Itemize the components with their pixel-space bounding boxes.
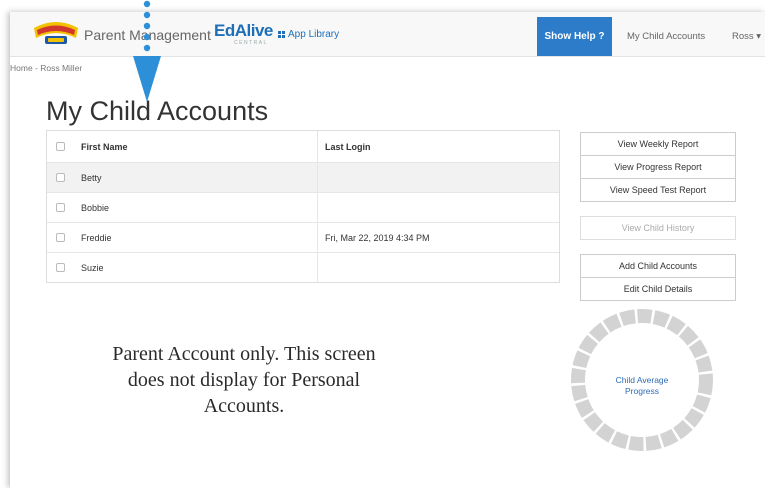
user-menu[interactable]: Ross ▾ bbox=[732, 31, 761, 42]
child-accounts-table: First Name Last Login Betty Bobbie Fredd… bbox=[46, 130, 560, 283]
first-name-cell: Suzie bbox=[81, 262, 104, 273]
select-all-checkbox[interactable] bbox=[56, 142, 65, 151]
table-row[interactable]: Suzie bbox=[47, 252, 559, 282]
edalive-subtitle: CENTRAL bbox=[234, 40, 268, 46]
view-child-history-button[interactable]: View Child History bbox=[580, 216, 736, 240]
column-header-last-login[interactable]: Last Login bbox=[317, 131, 559, 162]
view-speed-test-report-button[interactable]: View Speed Test Report bbox=[580, 178, 736, 202]
table-row[interactable]: Betty bbox=[47, 162, 559, 192]
grid-icon bbox=[278, 31, 285, 38]
edalive-logo[interactable]: EdAlive CENTRAL bbox=[214, 22, 274, 50]
nav-my-child-accounts[interactable]: My Child Accounts bbox=[627, 31, 705, 42]
typing-online-logo[interactable] bbox=[32, 18, 80, 48]
table-header-row: First Name Last Login bbox=[47, 131, 559, 162]
top-navbar: Parent Management EdAlive CENTRAL App Li… bbox=[10, 12, 765, 57]
annotation-note: Parent Account only. This screen does no… bbox=[112, 343, 376, 417]
row-checkbox[interactable] bbox=[56, 233, 65, 242]
show-help-button[interactable]: Show Help ? bbox=[537, 17, 612, 56]
edalive-wordmark: EdAlive bbox=[214, 21, 273, 40]
report-button-group: View Weekly Report View Progress Report … bbox=[580, 132, 736, 202]
app-library-link[interactable]: App Library bbox=[278, 29, 339, 40]
view-weekly-report-button[interactable]: View Weekly Report bbox=[580, 132, 736, 156]
first-name-cell: Freddie bbox=[81, 232, 112, 243]
last-login-cell: Fri, Mar 22, 2019 4:34 PM bbox=[317, 223, 559, 252]
first-name-cell: Bobbie bbox=[81, 202, 110, 213]
pointer-arrow-icon bbox=[133, 0, 161, 102]
view-progress-report-button[interactable]: View Progress Report bbox=[580, 155, 736, 179]
account-button-group: Add Child Accounts Edit Child Details bbox=[580, 254, 736, 301]
history-button-group: View Child History bbox=[580, 216, 736, 240]
add-child-accounts-button[interactable]: Add Child Accounts bbox=[580, 254, 736, 278]
last-login-cell bbox=[317, 163, 559, 192]
breadcrumb[interactable]: Home - Ross Miller bbox=[10, 63, 82, 73]
row-checkbox[interactable] bbox=[56, 173, 65, 182]
row-checkbox[interactable] bbox=[56, 203, 65, 212]
first-name-cell: Betty bbox=[81, 172, 102, 183]
child-average-progress-label: Child Average Progress bbox=[615, 375, 669, 396]
table-row[interactable]: Bobbie bbox=[47, 192, 559, 222]
edit-child-details-button[interactable]: Edit Child Details bbox=[580, 277, 736, 301]
last-login-cell bbox=[317, 193, 559, 222]
row-checkbox[interactable] bbox=[56, 263, 65, 272]
column-header-first-name[interactable]: First Name bbox=[74, 131, 317, 162]
table-row[interactable]: Freddie Fri, Mar 22, 2019 4:34 PM bbox=[47, 222, 559, 252]
app-library-label: App Library bbox=[288, 29, 340, 40]
last-login-cell bbox=[317, 253, 559, 282]
